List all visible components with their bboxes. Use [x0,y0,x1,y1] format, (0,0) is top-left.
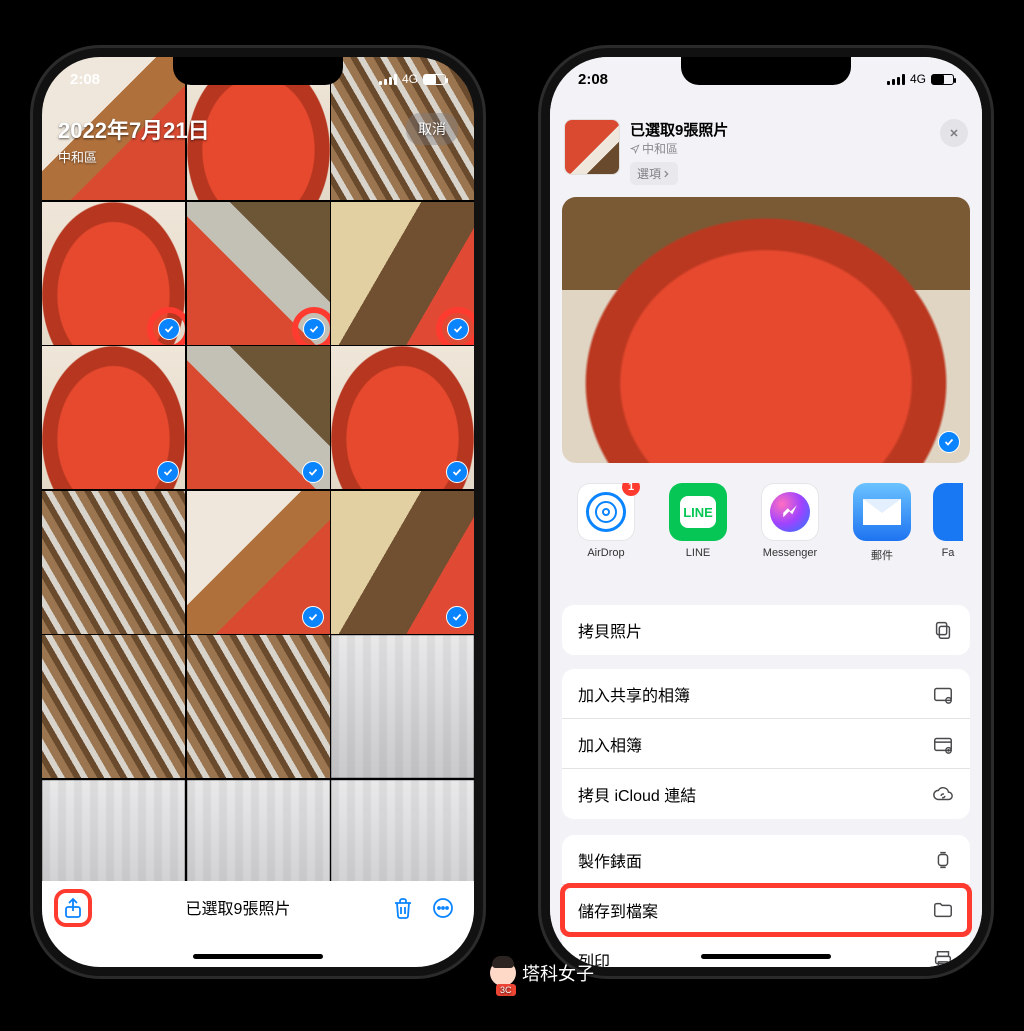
photo-thumb[interactable] [42,491,185,634]
sheet-subtitle: 中和區 [642,140,678,157]
location-arrow-icon [630,144,640,154]
app-label: 郵件 [871,547,893,563]
watermark-text: 塔科女子 [522,960,594,986]
battery-icon [931,74,954,85]
copy-icon [932,619,954,641]
network-label: 4G [910,72,926,86]
network-label: 4G [402,72,418,86]
action-label: 拷貝 iCloud 連結 [578,782,696,806]
share-sheet-header: 已選取9張照片 中和區 選項 [550,111,982,195]
options-label: 選項 [637,165,661,182]
chevron-right-icon [661,169,671,179]
watermark-avatar: 3C [490,960,516,986]
action-group: 拷貝照片 [562,605,970,655]
action-make-watchface[interactable]: 製作錶面 [562,835,970,885]
screen-share-sheet: 2:08 4G 已選取9張照片 中和區 選項 [550,57,982,967]
photo-thumb[interactable] [331,346,474,489]
more-button[interactable] [430,895,456,921]
share-app-airdrop[interactable]: 1 AirDrop [560,483,652,593]
badge: 1 [622,483,640,496]
check-icon [446,606,468,628]
app-label: LINE [686,547,710,559]
check-icon [302,461,324,483]
photo-thumb[interactable] [331,491,474,634]
close-button[interactable] [940,119,968,147]
home-indicator[interactable] [701,954,831,959]
photo-thumb[interactable] [42,202,185,345]
share-app-mail[interactable]: 郵件 [836,483,928,593]
home-indicator[interactable] [193,954,323,959]
cloud-link-icon [932,783,954,805]
header-thumbnail [564,119,620,175]
action-save-to-files[interactable]: 儲存到檔案 [562,885,970,935]
selection-status: 已選取9張照片 [100,895,376,919]
action-print[interactable]: 列印 [562,935,970,967]
share-app-line[interactable]: LINE LINE [652,483,744,593]
location-subtitle: 中和區 [58,147,210,166]
photo-grid [42,57,474,923]
album-add-icon [932,733,954,755]
action-copy-icloud-link[interactable]: 拷貝 iCloud 連結 [562,769,970,819]
action-add-shared-album[interactable]: 加入共享的相簿 [562,669,970,719]
signal-icon [379,74,397,85]
share-apps-row[interactable]: 1 AirDrop LINE LINE Messenger 郵件 Fa [550,483,982,593]
photo-thumb[interactable] [42,635,185,778]
folder-icon [932,899,954,921]
options-button[interactable]: 選項 [630,162,678,185]
shared-album-icon [932,683,954,705]
photo-thumb[interactable] [187,346,330,489]
phone-left: 2022年7月21日 中和區 取消 2:08 4G 已選取9張照片 [30,45,486,979]
phone-right: 2:08 4G 已選取9張照片 中和區 選項 [538,45,994,979]
app-label: AirDrop [587,547,624,559]
watermark: 3C 塔科女子 [490,960,594,986]
action-label: 加入共享的相簿 [578,682,690,706]
sheet-title: 已選取9張照片 [630,119,930,140]
check-icon [302,606,324,628]
trash-button[interactable] [390,895,416,921]
share-app-facebook[interactable]: Fa [928,483,968,593]
photo-thumb[interactable] [331,202,474,345]
printer-icon [932,949,954,967]
photo-thumb[interactable] [42,346,185,489]
check-icon [938,431,960,453]
action-label: 製作錶面 [578,848,642,872]
app-label: Fa [942,547,955,559]
grid-header: 2022年7月21日 中和區 取消 [58,113,458,166]
action-label: 儲存到檔案 [578,898,658,922]
action-label: 加入相簿 [578,732,642,756]
cancel-button[interactable]: 取消 [406,113,458,145]
action-group: 製作錶面 儲存到檔案 列印 [562,835,970,967]
battery-icon [423,74,446,85]
action-copy-photos[interactable]: 拷貝照片 [562,605,970,655]
action-add-album[interactable]: 加入相簿 [562,719,970,769]
share-app-messenger[interactable]: Messenger [744,483,836,593]
status-time: 2:08 [578,71,608,88]
check-icon [157,461,179,483]
share-button[interactable] [60,895,86,921]
photo-thumb[interactable] [187,635,330,778]
photo-thumb[interactable] [331,635,474,778]
preview-image[interactable] [562,197,970,463]
watch-icon [932,849,954,871]
photo-thumb[interactable] [187,491,330,634]
date-title: 2022年7月21日 [58,113,210,145]
check-icon [446,461,468,483]
photo-thumb[interactable] [187,202,330,345]
action-label: 拷貝照片 [578,618,642,642]
status-time: 2:08 [70,71,100,88]
action-group: 加入共享的相簿 加入相簿 拷貝 iCloud 連結 [562,669,970,819]
screen-photos: 2022年7月21日 中和區 取消 2:08 4G 已選取9張照片 [42,57,474,967]
signal-icon [887,74,905,85]
app-label: Messenger [763,547,817,559]
